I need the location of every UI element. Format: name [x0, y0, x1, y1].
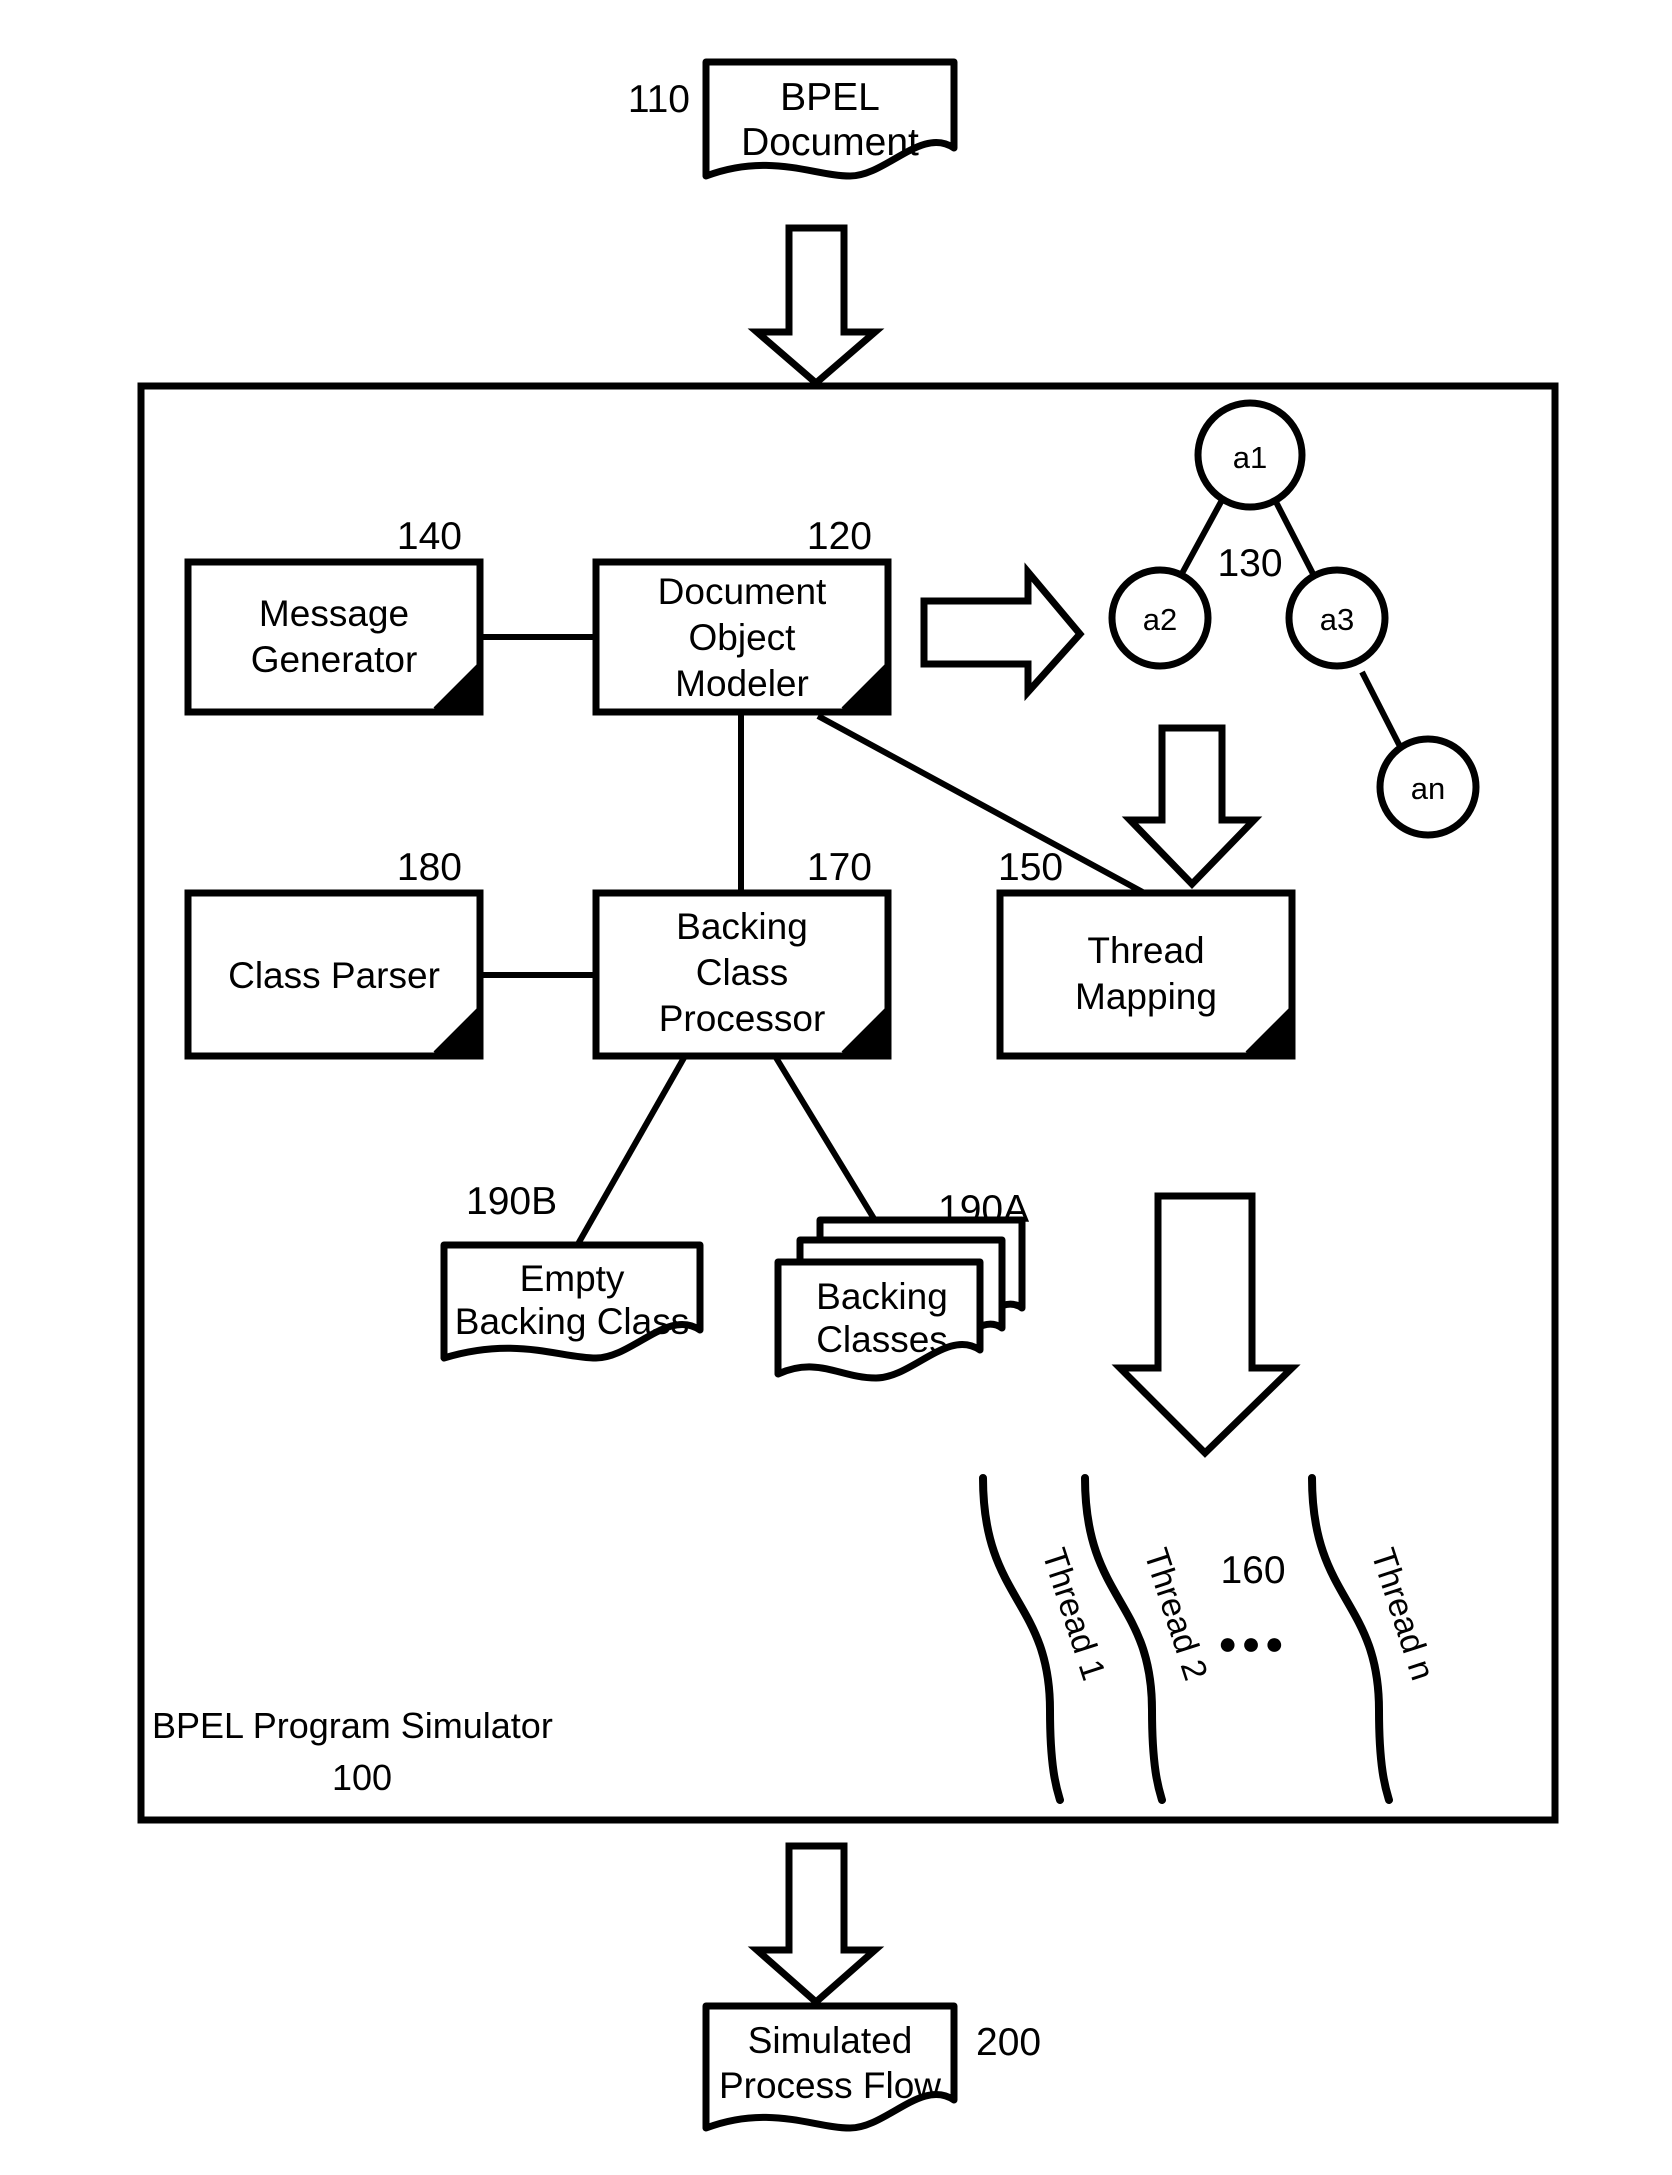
module-label: Backing: [676, 906, 808, 947]
tree-node-label: a2: [1143, 602, 1177, 637]
ref-140: 140: [397, 515, 462, 558]
bpel-simulator-diagram: BPEL Document 110 BPEL Program Simulator…: [137, 58, 1559, 2132]
input-document-line2: Document: [741, 121, 919, 164]
ref-190B: 190B: [466, 1180, 557, 1223]
ref-190A: 190A: [938, 1188, 1029, 1231]
module-label: Class Parser: [228, 955, 440, 996]
ref-160: 160: [1220, 1549, 1285, 1592]
output-document-line2: Process Flow: [719, 2065, 941, 2106]
ref-170: 170: [807, 846, 872, 889]
ref-130: 130: [1217, 542, 1282, 585]
module-label: Class: [696, 952, 789, 993]
artifact-label: Classes: [816, 1319, 948, 1360]
module-backing-class-processor[interactable]: Backing Class Processor: [592, 889, 892, 1060]
module-class-parser[interactable]: Class Parser: [184, 889, 484, 1060]
ref-200: 200: [976, 2021, 1041, 2064]
module-label: Mapping: [1075, 976, 1217, 1017]
module-thread-mapping[interactable]: Thread Mapping: [996, 889, 1296, 1060]
ref-110: 110: [628, 78, 690, 121]
module-message-generator[interactable]: Message Generator: [184, 558, 484, 716]
tree-node-label: a1: [1233, 440, 1267, 475]
module-document-object-modeler[interactable]: Document Object Modeler: [592, 558, 892, 716]
module-label: Message: [259, 593, 409, 634]
output-document-200: Simulated Process Flow: [702, 2002, 958, 2132]
module-label: Document: [658, 571, 827, 612]
ref-150: 150: [998, 846, 1063, 889]
artifact-label: Backing: [816, 1276, 948, 1317]
figure-canvas: BPEL Document 110 BPEL Program Simulator…: [0, 0, 1672, 2175]
module-label: Object: [689, 617, 797, 658]
module-label: Processor: [659, 998, 826, 1039]
input-document-line1: BPEL: [780, 76, 880, 119]
artifact-label: Empty: [520, 1258, 625, 1299]
artifact-label: Backing Class: [455, 1301, 689, 1342]
input-document-110: BPEL Document: [702, 58, 958, 180]
module-label: Modeler: [675, 663, 809, 704]
artifact-empty-backing-class[interactable]: Empty Backing Class: [440, 1241, 704, 1362]
output-document-line1: Simulated: [748, 2020, 913, 2061]
container-title: BPEL Program Simulator: [152, 1705, 553, 1746]
module-label: Generator: [251, 639, 418, 680]
arrow-down-to-simulator: [747, 224, 885, 388]
ref-120: 120: [807, 515, 872, 558]
arrow-down-to-output: [747, 1842, 885, 2007]
tree-node-label: a3: [1320, 602, 1354, 637]
ref-100: 100: [332, 1757, 392, 1798]
threads-ellipsis: ●●●: [1218, 1625, 1288, 1661]
tree-node-label: an: [1411, 771, 1445, 806]
module-label: Thread: [1087, 930, 1204, 971]
ref-180: 180: [397, 846, 462, 889]
